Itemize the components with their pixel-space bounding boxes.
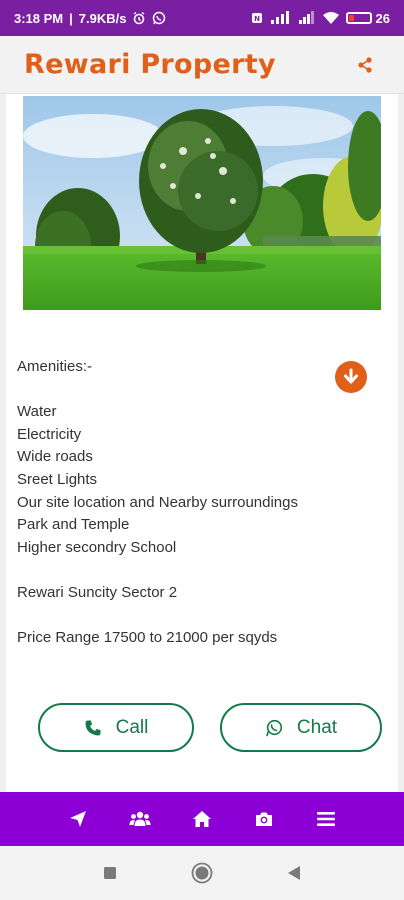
app-title: Rewari Property — [24, 49, 276, 80]
amenity-item: Our site location and Nearby surrounding… — [17, 493, 298, 511]
amenity-item: Water — [17, 403, 57, 421]
amenity-item: Park and Temple — [17, 516, 130, 534]
status-net-speed: 7.9KB/s — [78, 10, 127, 26]
chat-button[interactable]: Chat — [220, 703, 382, 752]
recents-icon — [104, 867, 116, 879]
back-icon — [288, 866, 300, 880]
status-separator: | — [69, 10, 73, 26]
camera-icon — [256, 812, 272, 826]
whatsapp-icon — [152, 11, 166, 25]
vibrate-icon: N — [250, 11, 264, 25]
signal-icon-2 — [298, 11, 316, 25]
system-navigation — [0, 846, 404, 900]
share-icon — [358, 56, 372, 73]
home-icon — [193, 811, 211, 827]
wifi-icon — [322, 11, 340, 25]
price-range-text: Price Range 17500 to 21000 per sqyds — [17, 629, 278, 647]
nav-menu[interactable] — [315, 808, 337, 830]
battery-icon: 26 — [345, 10, 390, 26]
amenity-item: Wide roads — [17, 448, 93, 466]
amenities-heading: Amenities:- — [17, 358, 93, 375]
nav-users[interactable] — [129, 808, 151, 830]
amenity-item: Sreet Lights — [17, 470, 98, 488]
nav-send[interactable] — [67, 808, 89, 830]
chat-label: Chat — [296, 716, 338, 738]
svg-text:N: N — [254, 15, 260, 23]
location-text: Rewari Suncity Sector 2 — [17, 583, 178, 601]
share-button[interactable] — [350, 50, 380, 80]
recents-button[interactable] — [103, 866, 117, 880]
call-label: Call — [115, 716, 149, 738]
nav-camera[interactable] — [253, 808, 275, 830]
battery-percent: 26 — [375, 10, 390, 26]
amenity-item: Electricity — [17, 425, 82, 443]
whatsapp-icon — [266, 719, 283, 736]
home-circle-icon — [191, 862, 213, 884]
amenity-item: Higher secondry School — [17, 538, 177, 556]
signal-icon — [270, 11, 292, 25]
phone-icon — [85, 720, 101, 735]
nav-home[interactable] — [191, 808, 213, 830]
tree-on-grass-photo — [23, 96, 381, 310]
home-button[interactable] — [191, 862, 213, 884]
menu-icon — [317, 812, 335, 826]
status-right: N 26 — [250, 11, 390, 26]
back-button[interactable] — [287, 865, 301, 881]
property-content: Amenities:- Water Electricity Wide roads… — [0, 94, 404, 792]
send-icon — [70, 811, 86, 827]
status-time: 3:18 PM — [14, 10, 64, 26]
status-left: 3:18 PM | 7.9KB/s — [14, 11, 166, 26]
property-image — [23, 96, 381, 310]
app-bar: Rewari Property — [0, 36, 404, 94]
property-description: Amenities:- Water Electricity Wide roads… — [17, 356, 377, 650]
call-button[interactable]: Call — [38, 703, 194, 752]
status-bar: 3:18 PM | 7.9KB/s N 26 — [0, 0, 404, 36]
users-icon — [129, 811, 151, 826]
bottom-navigation — [0, 792, 404, 846]
alarm-icon — [132, 11, 146, 25]
